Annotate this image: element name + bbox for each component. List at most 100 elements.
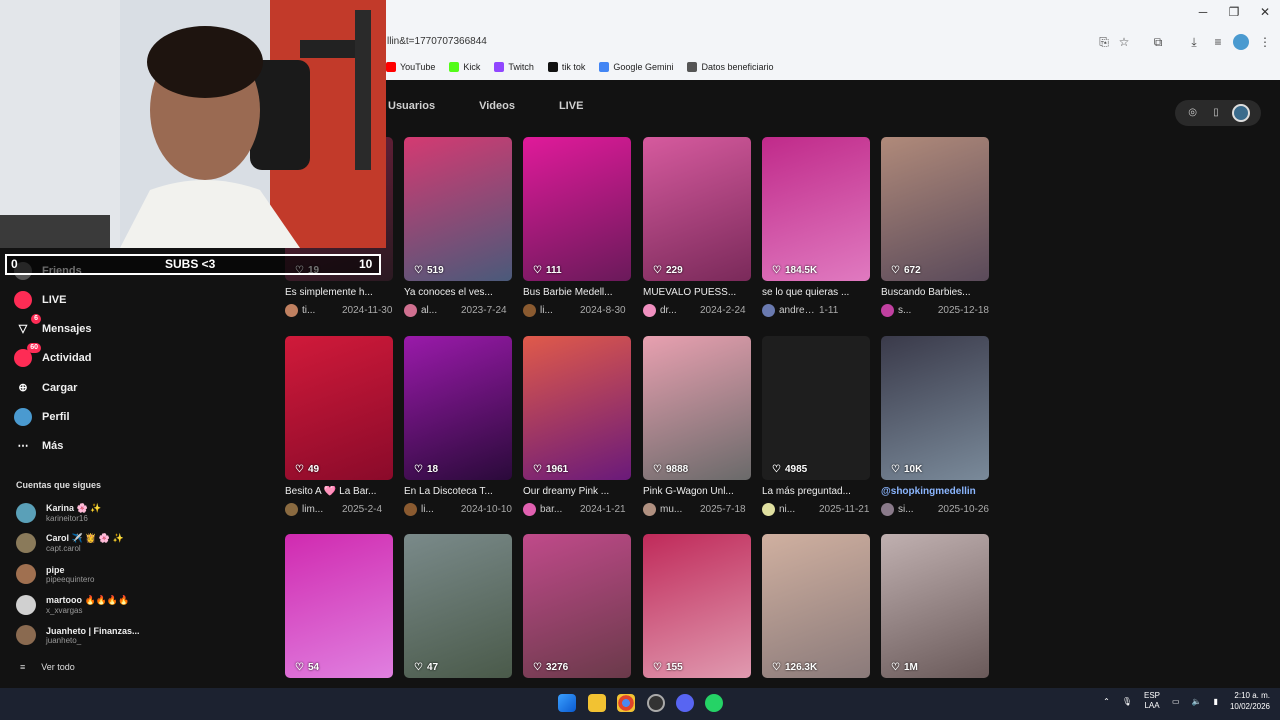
video-title[interactable]: Bus Barbie Medell... — [523, 287, 631, 298]
mic-icon[interactable]: 🎙 — [1122, 697, 1132, 706]
video-card[interactable]: ♡ 155 — [643, 534, 751, 678]
author-avatar[interactable] — [523, 503, 536, 516]
video-title[interactable]: Besito A 🩷 La Bar... — [285, 486, 393, 497]
phone-icon[interactable]: ▯ — [1209, 106, 1223, 120]
video-thumbnail[interactable]: ♡ 672 — [881, 137, 989, 281]
sidebar-item-live[interactable]: LIVE — [14, 291, 66, 309]
volume-icon[interactable]: 🔈 — [1192, 697, 1202, 706]
video-thumbnail[interactable]: ♡ 49 — [285, 336, 393, 480]
video-card[interactable]: ♡ 9888 Pink G-Wagon Unl... mu... 2025-7-18 — [643, 336, 751, 516]
install-app-icon[interactable]: ⎘ — [1096, 34, 1112, 50]
video-title[interactable]: Es simplemente h... — [285, 287, 393, 298]
bookmark-item[interactable]: Datos beneficiario — [687, 62, 774, 72]
tab-usuarios[interactable]: Usuarios — [388, 100, 435, 112]
video-card[interactable]: ♡ 111 Bus Barbie Medell... li... 2024-8-30 — [523, 137, 631, 317]
author-avatar[interactable] — [643, 304, 656, 317]
bookmark-item[interactable]: Kick — [449, 62, 480, 72]
tray-expand-icon[interactable]: ⌃ — [1103, 697, 1110, 706]
author-name[interactable]: al... — [421, 305, 457, 316]
video-card[interactable]: ♡ 49 Besito A 🩷 La Bar... lim... 2025-2-4 — [285, 336, 393, 516]
author-name[interactable]: andresfo... — [779, 305, 815, 316]
author-avatar[interactable] — [762, 304, 775, 317]
video-title[interactable]: Ya conoces el ves... — [404, 287, 512, 298]
whatsapp-icon[interactable] — [705, 694, 723, 712]
sidebar-item-cargar[interactable]: ⊕ Cargar — [14, 379, 77, 397]
browser-menu-icon[interactable]: ⋮ — [1257, 34, 1273, 50]
see-all-button[interactable]: ≡ Ver todo — [20, 662, 75, 672]
video-card[interactable]: ♡ 54 — [285, 534, 393, 678]
followed-account[interactable]: Carol ✈️ 👸 🌸 ✨ capt.carol — [16, 533, 124, 553]
video-title[interactable]: MUEVALO PUESS... — [643, 287, 751, 298]
tab-videos[interactable]: Videos — [479, 100, 515, 112]
author-avatar[interactable] — [404, 503, 417, 516]
video-thumbnail[interactable]: ♡ 229 — [643, 137, 751, 281]
video-card[interactable]: ♡ 3276 — [523, 534, 631, 678]
followed-account[interactable]: martooo 🔥🔥🔥🔥 x_xvargas — [16, 595, 129, 615]
address-bar[interactable]: llin&t=1770707366844 — [387, 36, 487, 47]
restore-icon[interactable]: ❐ — [1224, 5, 1244, 21]
sidebar-item-más[interactable]: ⋯ Más — [14, 437, 64, 455]
author-name[interactable]: si... — [898, 504, 934, 515]
battery-icon[interactable]: ▮ — [1214, 697, 1218, 706]
video-card[interactable]: ♡ 10K @shopkingmedellin si... 2025-10-26 — [881, 336, 989, 516]
start-icon[interactable] — [558, 694, 576, 712]
reading-list-icon[interactable]: ≡ — [1210, 34, 1226, 50]
video-title[interactable]: Our dreamy Pink ... — [523, 486, 631, 497]
coin-icon[interactable]: ◎ — [1186, 106, 1200, 120]
video-card[interactable]: ♡ 126.3K — [762, 534, 870, 678]
video-thumbnail[interactable]: ♡ 184.5K — [762, 137, 870, 281]
clock[interactable]: 2:10 a. m. 10/02/2026 — [1230, 690, 1270, 712]
author-avatar[interactable] — [881, 304, 894, 317]
bookmark-item[interactable]: YouTube — [386, 62, 435, 72]
author-avatar[interactable] — [523, 304, 536, 317]
sidebar-item-mensajes[interactable]: ▽ 6 Mensajes — [14, 314, 92, 338]
obs-icon[interactable] — [647, 694, 665, 712]
video-thumbnail[interactable]: ♡ 126.3K — [762, 534, 870, 678]
author-name[interactable]: s... — [898, 305, 934, 316]
author-name[interactable]: mu... — [660, 504, 696, 515]
sidebar-item-actividad[interactable]: 60 Actividad — [14, 343, 92, 367]
video-card[interactable]: ♡ 672 Buscando Barbies... s... 2025-12-18 — [881, 137, 989, 317]
chrome-icon[interactable] — [617, 694, 635, 712]
author-avatar[interactable] — [881, 503, 894, 516]
profile-avatar-icon[interactable] — [1233, 34, 1249, 50]
author-name[interactable]: li... — [421, 504, 457, 515]
video-title[interactable]: Buscando Barbies... — [881, 287, 989, 298]
video-thumbnail[interactable]: ♡ 47 — [404, 534, 512, 678]
author-avatar[interactable] — [762, 503, 775, 516]
video-card[interactable]: ♡ 229 MUEVALO PUESS... dr... 2024-2-24 — [643, 137, 751, 317]
extensions-icon[interactable]: ⧉ — [1150, 34, 1166, 50]
tab-live[interactable]: LIVE — [559, 100, 583, 112]
video-thumbnail[interactable]: ♡ 54 — [285, 534, 393, 678]
video-thumbnail[interactable]: ♡ 4985 — [762, 336, 870, 480]
downloads-icon[interactable]: ⤓ — [1186, 34, 1202, 50]
video-thumbnail[interactable]: ♡ 10K — [881, 336, 989, 480]
author-name[interactable]: lim... — [302, 504, 338, 515]
user-avatar[interactable] — [1232, 104, 1251, 122]
video-card[interactable]: ♡184.5K se lo que quieras ... andresfo... 1… — [762, 137, 870, 317]
bookmark-item[interactable]: Twitch — [494, 62, 534, 72]
author-avatar[interactable] — [404, 304, 417, 317]
video-thumbnail[interactable]: ♡ 519 — [404, 137, 512, 281]
video-title[interactable]: @shopkingmedellin — [881, 486, 989, 497]
author-name[interactable]: ni... — [779, 504, 815, 515]
followed-account[interactable]: Juanheto | Finanzas... juanheto_ — [16, 625, 140, 645]
author-avatar[interactable] — [643, 503, 656, 516]
video-card[interactable]: ♡ 47 — [404, 534, 512, 678]
video-title[interactable]: se lo que quieras ... — [762, 287, 870, 298]
video-thumbnail[interactable]: ♡ 111 — [523, 137, 631, 281]
video-thumbnail[interactable]: ♡ 1M — [881, 534, 989, 678]
video-thumbnail[interactable]: ♡ 1961 — [523, 336, 631, 480]
discord-icon[interactable] — [676, 694, 694, 712]
close-icon[interactable]: ✕ — [1255, 5, 1275, 21]
author-avatar[interactable] — [285, 503, 298, 516]
followed-account[interactable]: Karina 🌸 ✨ karineitor16 — [16, 503, 101, 523]
author-name[interactable]: bar... — [540, 504, 576, 515]
network-icon[interactable]: ▭ — [1172, 697, 1180, 706]
author-avatar[interactable] — [285, 304, 298, 317]
video-thumbnail[interactable]: ♡ 18 — [404, 336, 512, 480]
video-title[interactable]: La más preguntad... — [762, 486, 870, 497]
bookmark-item[interactable]: Google Gemini — [599, 62, 673, 72]
followed-account[interactable]: pipe pipeequintero — [16, 564, 94, 584]
author-name[interactable]: li... — [540, 305, 576, 316]
